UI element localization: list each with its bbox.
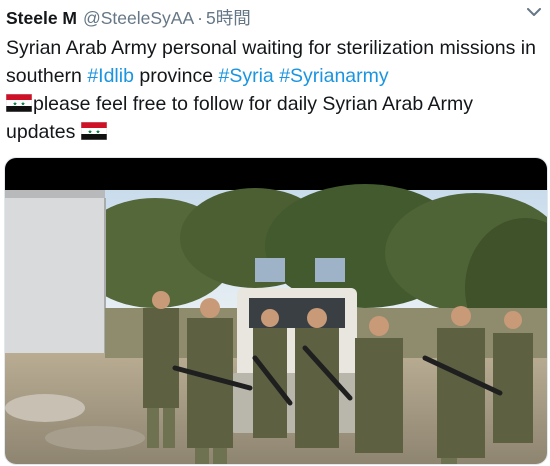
timestamp[interactable]: 5時間 (206, 6, 251, 30)
tweet-text-part: province (133, 65, 219, 87)
tweet-text-part: please feel free to follow for daily Syr… (6, 93, 474, 143)
display-name[interactable]: Steele M (6, 6, 77, 30)
syria-flag-icon (6, 94, 32, 112)
syria-flag-icon (80, 122, 107, 140)
separator-dot: · (197, 8, 203, 28)
hashtag-idlib[interactable]: #Idlib (87, 65, 134, 87)
hashtag-syrianarmy[interactable]: #Syrianarmy (279, 65, 388, 87)
photo-scene (5, 158, 547, 464)
user-handle[interactable]: @SteeleSyAA (83, 6, 194, 30)
chevron-down-icon[interactable] (526, 4, 542, 20)
tweet-header: Steele M @SteeleSyAA · 5時間 (6, 6, 544, 30)
tweet-text: Syrian Arab Army personal waiting for st… (6, 34, 546, 146)
hashtag-syria[interactable]: #Syria (218, 65, 273, 87)
tweet-photo[interactable] (4, 157, 548, 465)
